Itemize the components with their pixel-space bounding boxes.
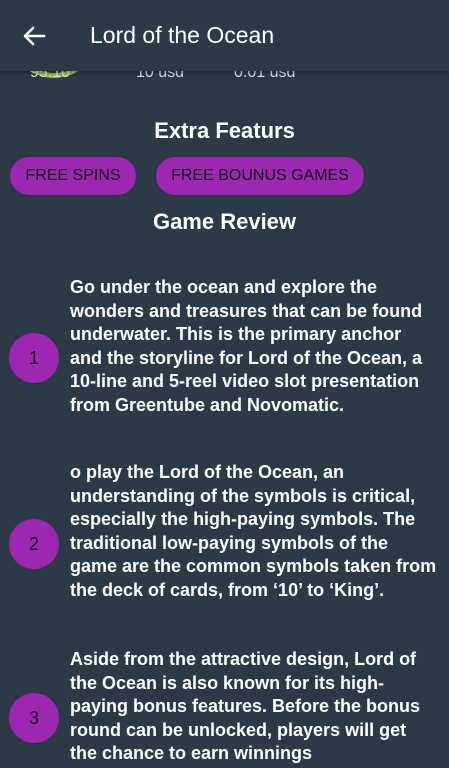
content-scroll[interactable]: 95.10 10 usd 0.01 usd Extra Featurs FREE…: [0, 0, 449, 768]
chip-free-bonus-games[interactable]: FREE BOUNUS GAMES: [156, 157, 364, 195]
review-text: Go under the ocean and explore the wonde…: [70, 277, 423, 415]
review-text: o play the Lord of the Ocean, an underst…: [70, 462, 437, 600]
page-title: Lord of the Ocean: [90, 22, 275, 48]
game-review-title: Game Review: [152, 209, 297, 234]
extra-features-title: Extra Featurs: [154, 118, 295, 143]
review-number-badge: 3: [9, 693, 59, 743]
review-number-badge: 2: [9, 519, 59, 569]
chip-free-spins[interactable]: FREE SPINS: [10, 157, 136, 195]
arrow-back-icon[interactable]: [20, 22, 48, 50]
app-bar: Lord of the Ocean: [0, 0, 449, 71]
review-number-badge: 1: [9, 333, 59, 383]
review-text: Aside from the attractive design, Lord o…: [70, 649, 421, 763]
